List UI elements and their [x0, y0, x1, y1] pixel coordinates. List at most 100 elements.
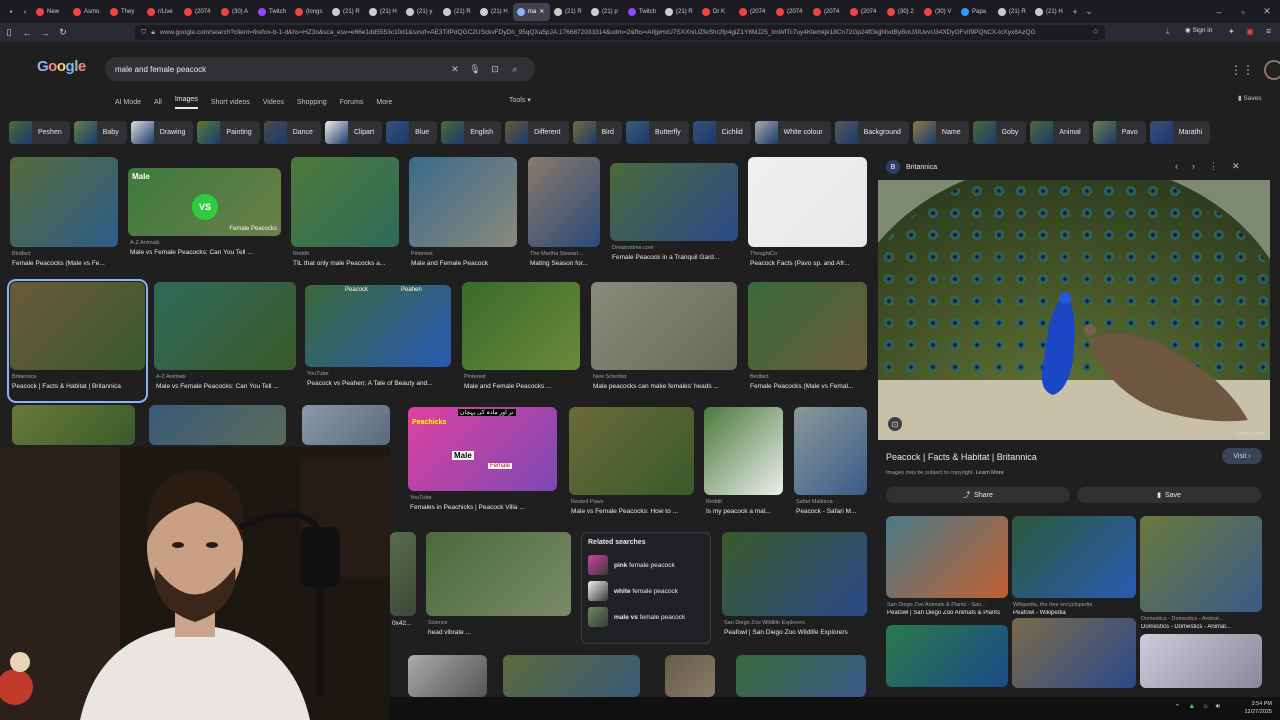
- result-source[interactable]: Pinterest: [411, 251, 519, 257]
- image-result[interactable]: Rested Paws Male vs Female Peacocks: How …: [569, 407, 694, 525]
- tab-videos[interactable]: Videos: [263, 99, 284, 106]
- related-image-caption[interactable]: Peafowl | San Diego Zoo Animals & Plants: [887, 610, 1009, 616]
- image-result[interactable]: ThoughtCo Peacock Facts (Pavo sp. and Afr…: [748, 157, 867, 277]
- result-caption[interactable]: Is my peacock a mal...: [706, 508, 785, 515]
- image-result[interactable]: Pinterest Male and Female Peacock: [409, 157, 517, 277]
- image-result[interactable]: Science head vibrate ...: [426, 532, 571, 646]
- result-thumbnail[interactable]: [722, 532, 867, 616]
- chip-english[interactable]: English: [441, 121, 502, 144]
- browser-tab[interactable]: (21) H: [1031, 3, 1068, 21]
- result-source[interactable]: San Diego Zoo Wildlife Explorers: [724, 620, 869, 626]
- related-image-source[interactable]: San Diego Zoo Animals & Plants - San...: [887, 602, 1009, 608]
- browser-menu-icon[interactable]: ▪: [4, 5, 18, 19]
- chip-name[interactable]: Name: [912, 121, 969, 144]
- result-thumbnail[interactable]: [794, 407, 867, 495]
- visual-search-icon[interactable]: ⊡: [888, 417, 902, 431]
- image-result[interactable]: Dreamstime.com Female Peacock in a Tranqu…: [610, 163, 738, 271]
- browser-tab[interactable]: Twitch: [624, 3, 661, 21]
- clock[interactable]: 3:54 PM 12/27/2025: [1244, 700, 1272, 716]
- result-thumbnail[interactable]: Peacock Peahen: [305, 285, 451, 367]
- result-thumbnail[interactable]: [12, 405, 135, 445]
- chip-butterfly[interactable]: Butterfly: [625, 121, 689, 144]
- image-result[interactable]: San Diego Zoo Wildlife Explorers Peafowl …: [722, 532, 867, 646]
- chip-background[interactable]: Background: [834, 121, 909, 144]
- result-source[interactable]: Dreamstime.com: [612, 245, 740, 251]
- reload-icon[interactable]: ↻: [54, 27, 72, 38]
- result-thumbnail[interactable]: [503, 655, 640, 697]
- related-image-source[interactable]: Domestics - Domestics - Animal...: [1141, 616, 1263, 622]
- result-thumbnail[interactable]: [748, 157, 867, 247]
- result-source[interactable]: Britannica: [12, 374, 147, 380]
- chip-peshen[interactable]: Peshen: [9, 121, 70, 144]
- tab-forums[interactable]: Forums: [340, 99, 364, 106]
- avatar[interactable]: [1264, 60, 1280, 80]
- search-box[interactable]: male and female peacock ✕ 🎙︎ ⊡ ⌕: [105, 57, 535, 81]
- tab-short-videos[interactable]: Short videos: [211, 99, 250, 106]
- chip-dance[interactable]: Dance: [263, 121, 321, 144]
- more-options-icon[interactable]: ⋮: [1209, 161, 1218, 172]
- result-thumbnail[interactable]: [528, 157, 600, 247]
- result-caption[interactable]: Mating Season for...: [530, 260, 602, 267]
- related-image-thumbnail[interactable]: [1012, 516, 1136, 598]
- forward-icon[interactable]: →: [36, 28, 54, 38]
- tray-chevron-icon[interactable]: ⌃: [1175, 703, 1181, 711]
- network-icon[interactable]: ⌂: [1203, 703, 1207, 711]
- chip-bird[interactable]: Bird: [572, 121, 622, 144]
- browser-tab[interactable]: Dr K: [698, 3, 735, 21]
- extension-badge-icon[interactable]: ▣: [1246, 27, 1254, 36]
- tray-app-icon[interactable]: ▲: [1188, 703, 1195, 711]
- image-result[interactable]: Reddit TIL that only male Peacocks a...: [291, 157, 399, 277]
- lens-icon[interactable]: ⊡: [485, 64, 505, 75]
- tools-button[interactable]: Tools ▾: [509, 96, 531, 104]
- image-result[interactable]: Safari Mallorca Peacock - Safari M...: [794, 407, 867, 525]
- minimize-icon[interactable]: –: [1212, 7, 1226, 17]
- result-caption[interactable]: Peacock vs Peahen: A Tale of Beauty and.…: [307, 380, 453, 387]
- chip-animal[interactable]: Animal: [1030, 121, 1089, 144]
- image-result[interactable]: Reddit Is my peacock a mal...: [704, 407, 783, 525]
- previous-icon[interactable]: ‹: [1175, 161, 1178, 172]
- result-thumbnail[interactable]: [10, 157, 118, 247]
- result-caption[interactable]: TIL that only male Peacocks a...: [293, 260, 401, 267]
- result-source[interactable]: Birdfact: [12, 251, 120, 257]
- browser-tab[interactable]: New: [32, 3, 69, 21]
- search-icon[interactable]: ⌕: [505, 64, 525, 75]
- browser-tab[interactable]: (30) 2: [883, 3, 920, 21]
- related-image-caption[interactable]: Domestics - Domestics - Animal...: [1141, 624, 1263, 630]
- result-caption[interactable]: Male vs Female Peacocks: How to ...: [571, 508, 696, 515]
- tab-images[interactable]: Images: [174, 96, 198, 109]
- chip-drawing[interactable]: Drawing: [130, 121, 194, 144]
- browser-tab[interactable]: (21) H: [365, 3, 402, 21]
- browser-tab[interactable]: Papa: [957, 3, 994, 21]
- browser-tab[interactable]: (30) A: [217, 3, 254, 21]
- result-caption[interactable]: Male vs Female Peacocks: Can You Tell ..…: [156, 383, 298, 390]
- result-thumbnail[interactable]: [149, 405, 286, 445]
- browser-tab[interactable]: (21) y: [402, 3, 439, 21]
- image-result[interactable]: Peachicks نر اور مادہ کی پہچان Male Female Y…: [408, 407, 557, 521]
- result-source[interactable]: Reddit: [293, 251, 401, 257]
- result-source[interactable]: Reddit: [706, 499, 785, 505]
- result-caption[interactable]: Peafowl | San Diego Zoo Wildlife Explore…: [724, 629, 869, 636]
- chip-white-colour[interactable]: White colour: [754, 121, 831, 144]
- result-thumbnail[interactable]: [302, 405, 390, 445]
- close-tab-icon[interactable]: ✕: [539, 8, 544, 15]
- preview-source[interactable]: B Britannica: [886, 160, 937, 174]
- related-image-thumbnail[interactable]: [886, 625, 1008, 687]
- browser-tab[interactable]: r/Live: [143, 3, 180, 21]
- preview-image[interactable]: [878, 180, 1270, 440]
- downloads-icon[interactable]: ⤓: [1166, 27, 1170, 37]
- result-caption[interactable]: Male and Female Peacock: [411, 260, 519, 267]
- extensions-icon[interactable]: ✦: [1228, 27, 1235, 36]
- chip-marathi[interactable]: Marathi: [1149, 121, 1211, 144]
- browser-tab[interactable]: (2074: [180, 3, 217, 21]
- result-thumbnail[interactable]: [569, 407, 694, 495]
- browser-tab[interactable]: They: [106, 3, 143, 21]
- tab-ai-mode[interactable]: AI Mode: [115, 99, 141, 106]
- chip-blue[interactable]: Blue: [386, 121, 438, 144]
- saves-button[interactable]: ▮ Saves: [1238, 94, 1261, 102]
- related-image-thumbnail[interactable]: [1140, 634, 1262, 688]
- result-thumbnail[interactable]: Peachicks نر اور مادہ کی پہچان Male Female: [408, 407, 557, 491]
- result-source[interactable]: The Martha Stewart...: [530, 251, 602, 257]
- image-result[interactable]: 0x42...: [390, 532, 416, 646]
- result-source[interactable]: Rested Paws: [571, 499, 696, 505]
- result-source[interactable]: ThoughtCo: [750, 251, 869, 257]
